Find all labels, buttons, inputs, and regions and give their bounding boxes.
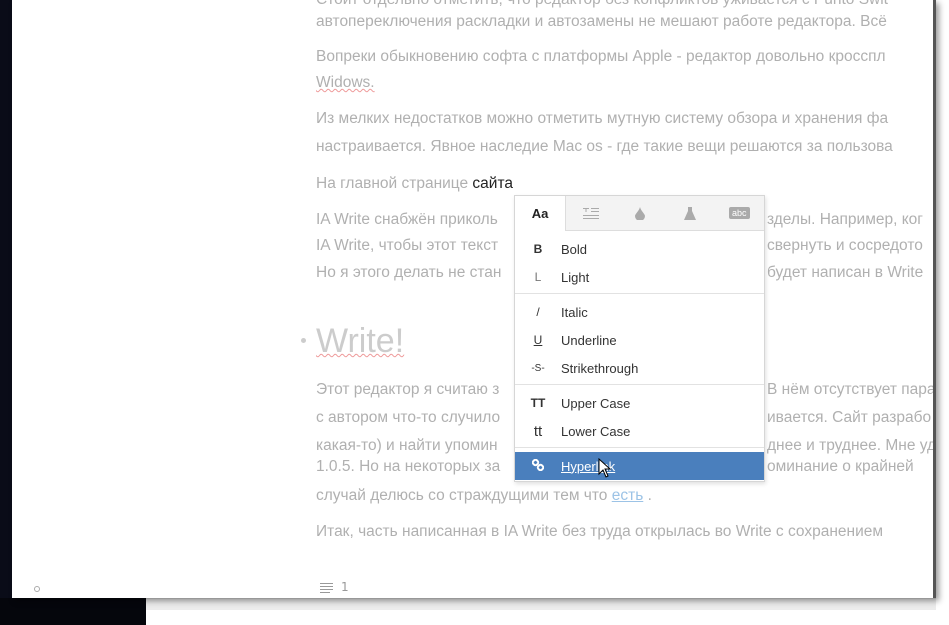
text-line-right: В нём отсутствует пара [767,381,936,398]
text: . [643,487,652,504]
underline-icon: U [533,333,543,347]
text-line: Из мелких недостатков можно отметить мут… [316,110,889,127]
tab-paragraph[interactable] [566,196,616,230]
menu-item-italic[interactable]: / Italic [515,298,764,326]
text: случай делюсь со страждущими тем что [316,487,612,504]
text-line: Итак, часть написанная в IA Write без тр… [316,523,884,540]
tab-font[interactable]: Aa [515,196,566,231]
text-line-left: Этот редактор я считаю з [316,381,500,398]
menu-item-light[interactable]: L Light [515,263,764,291]
bold-icon: B [533,242,543,256]
text-line: случай делюсь со страждущими тем что ест… [316,487,652,505]
italic-icon: / [536,305,540,319]
selected-word[interactable]: сайта [472,175,513,192]
status-bar [12,560,933,598]
desktop-background [0,0,12,625]
mouse-cursor-icon [598,458,612,478]
menu-item-label: Underline [561,332,617,348]
taskbar-strip [146,598,936,610]
desktop-background-bottom [0,598,146,625]
font-icon: Aa [531,206,549,221]
editor-window: Стоит отдельно отметить, что редактор бе… [12,0,936,598]
heading: Write! [316,322,405,360]
menu-item-label: Strikethrough [561,360,639,376]
text-line-right: свернуть и сосредото [767,237,923,254]
menu-item-label: Light [561,269,590,285]
format-menu: Aa abc B Bold L Light / Italic U Underline -… [514,195,765,482]
menu-item-strikethrough[interactable]: -S- Strikethrough [515,354,764,382]
heading-bullet [301,338,306,343]
tab-style[interactable] [665,196,715,230]
text-line-right: днее и труднее. Мне уд [767,437,936,454]
menu-item-upper-case[interactable]: TT Upper Case [515,389,764,417]
color-drop-icon [635,206,646,220]
text-line: автопереключения раскладки и автозамены … [316,13,887,30]
text-line: настраивается. Явное наследие Mac os - г… [316,138,893,155]
strikethrough-icon: -S- [531,362,545,374]
tab-spelling[interactable]: abc [715,196,765,230]
status-info: 1 [320,580,349,594]
format-tabs: Aa abc [515,196,764,231]
lower-case-icon: tt [533,422,543,440]
light-icon: L [534,270,542,284]
text-line-right: будет написан в Write [767,264,924,281]
menu-divider [515,293,764,294]
text-line-left: Но я этого делать не стан [316,264,502,281]
text-line-left: IA Write снабжён приколь [316,211,498,228]
link-icon [515,458,561,474]
text: На главной странице [316,175,473,192]
menu-divider [515,384,764,385]
menu-item-lower-case[interactable]: tt Lower Case [515,417,764,445]
tab-color[interactable] [616,196,666,230]
text-line-left: IA Write, чтобы этот текст [316,237,499,254]
text-line[interactable]: На главной странице сайта [316,175,513,193]
menu-item-label: Bold [561,241,588,257]
menu-item-label: Lower Case [561,423,631,439]
text-line-left: 1.0.5. Но на некоторых за [316,458,501,475]
paragraph-count: 1 [341,580,349,594]
text-line-right: ивается. Сайт разрабо [767,409,932,426]
status-circle-icon[interactable] [34,586,40,592]
menu-divider [515,447,764,448]
hyperlink[interactable]: есть [612,487,644,504]
menu-item-underline[interactable]: U Underline [515,326,764,354]
text-line: Стоит отдельно отметить, что редактор бе… [316,0,888,9]
text-line-right: зделы. Например, ког [767,211,923,228]
text-line-right: оминание о крайней [767,458,914,475]
text-line: Вопреки обыкновению софта с платформы Ap… [316,48,886,65]
text-line-left: с автором что-то случило [316,409,501,426]
menu-item-bold[interactable]: B Bold [515,235,764,263]
menu-item-label: Italic [561,304,588,320]
menu-item-label: Upper Case [561,395,631,411]
menu-item-hyperlink[interactable]: Hyperlink [515,452,764,480]
text-line: Widows. [316,74,375,91]
text-lines-icon[interactable] [320,582,333,593]
text-line-left: какая-то) и найти упомин [316,437,498,454]
spellcheck-icon: abc [728,207,750,219]
flask-icon [683,206,696,220]
upper-case-icon: TT [530,396,546,410]
paragraph-icon [582,208,599,219]
